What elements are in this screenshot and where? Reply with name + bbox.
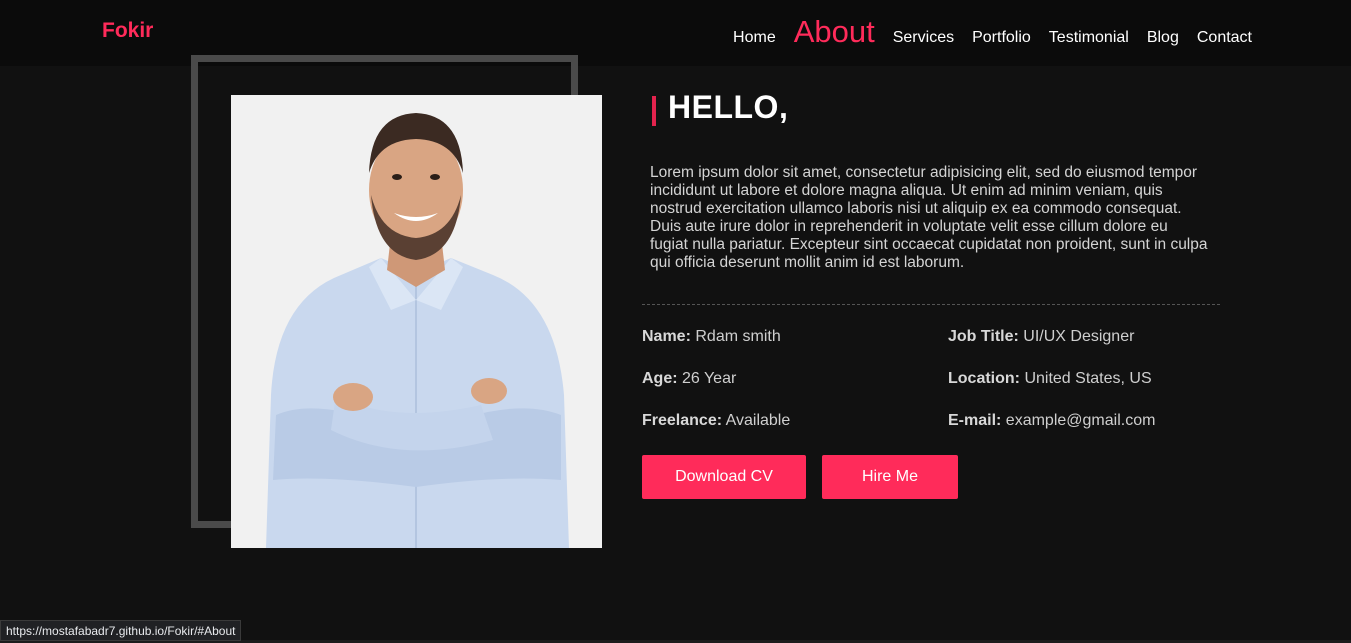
info-name: Name: Rdam smith: [642, 328, 781, 346]
info-name-value: Rdam smith: [695, 328, 781, 345]
nav-about[interactable]: About: [794, 14, 875, 50]
nav-blog[interactable]: Blog: [1147, 29, 1179, 47]
info-location: Location: United States, US: [948, 370, 1152, 388]
info-job-title-label: Job Title:: [948, 328, 1019, 345]
nav-testimonial[interactable]: Testimonial: [1049, 29, 1129, 47]
about-bio: Lorem ipsum dolor sit amet, consectetur …: [650, 164, 1208, 271]
divider: [642, 304, 1220, 305]
info-location-label: Location:: [948, 370, 1020, 387]
main-nav: Home About Services Portfolio Testimonia…: [733, 14, 1252, 50]
heading-accent-bar: [652, 96, 656, 126]
info-age-label: Age:: [642, 370, 678, 387]
nav-contact[interactable]: Contact: [1197, 29, 1252, 47]
profile-photo: [231, 95, 602, 548]
info-email-value[interactable]: example@gmail.com: [1006, 412, 1156, 429]
status-bar-url: https://mostafabadr7.github.io/Fokir/#Ab…: [0, 620, 242, 641]
info-email-label: E-mail:: [948, 412, 1002, 429]
person-illustration: [266, 113, 569, 548]
logo[interactable]: Fokir: [102, 19, 153, 43]
info-email: E-mail: example@gmail.com: [948, 412, 1155, 430]
nav-services[interactable]: Services: [893, 29, 954, 47]
hire-me-button[interactable]: Hire Me: [822, 455, 958, 499]
info-age: Age: 26 Year: [642, 370, 736, 388]
info-freelance-value: Available: [725, 412, 791, 429]
info-job-title-value: UI/UX Designer: [1023, 328, 1135, 345]
about-heading: HELLO,: [668, 89, 789, 125]
nav-portfolio[interactable]: Portfolio: [972, 29, 1031, 47]
nav-home[interactable]: Home: [733, 29, 776, 47]
download-cv-button[interactable]: Download CV: [642, 455, 806, 499]
info-location-value: United States, US: [1024, 370, 1152, 387]
info-age-value: 26 Year: [682, 370, 737, 387]
info-job-title: Job Title: UI/UX Designer: [948, 328, 1134, 346]
info-freelance-label: Freelance:: [642, 412, 723, 429]
info-freelance: Freelance: Available: [642, 412, 790, 430]
info-name-label: Name:: [642, 328, 691, 345]
